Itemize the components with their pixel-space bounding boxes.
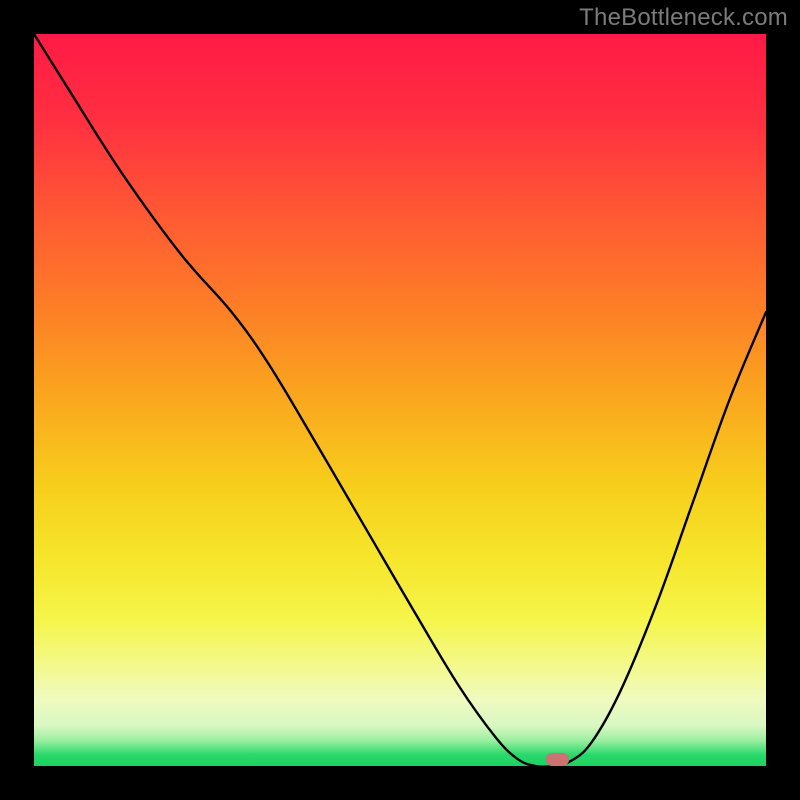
gradient-background xyxy=(34,34,766,766)
chart-frame: TheBottleneck.com xyxy=(0,0,800,800)
bottleneck-chart-svg xyxy=(34,34,766,766)
watermark-text: TheBottleneck.com xyxy=(579,4,788,32)
plot-area xyxy=(34,34,766,766)
optimum-marker xyxy=(546,753,569,766)
